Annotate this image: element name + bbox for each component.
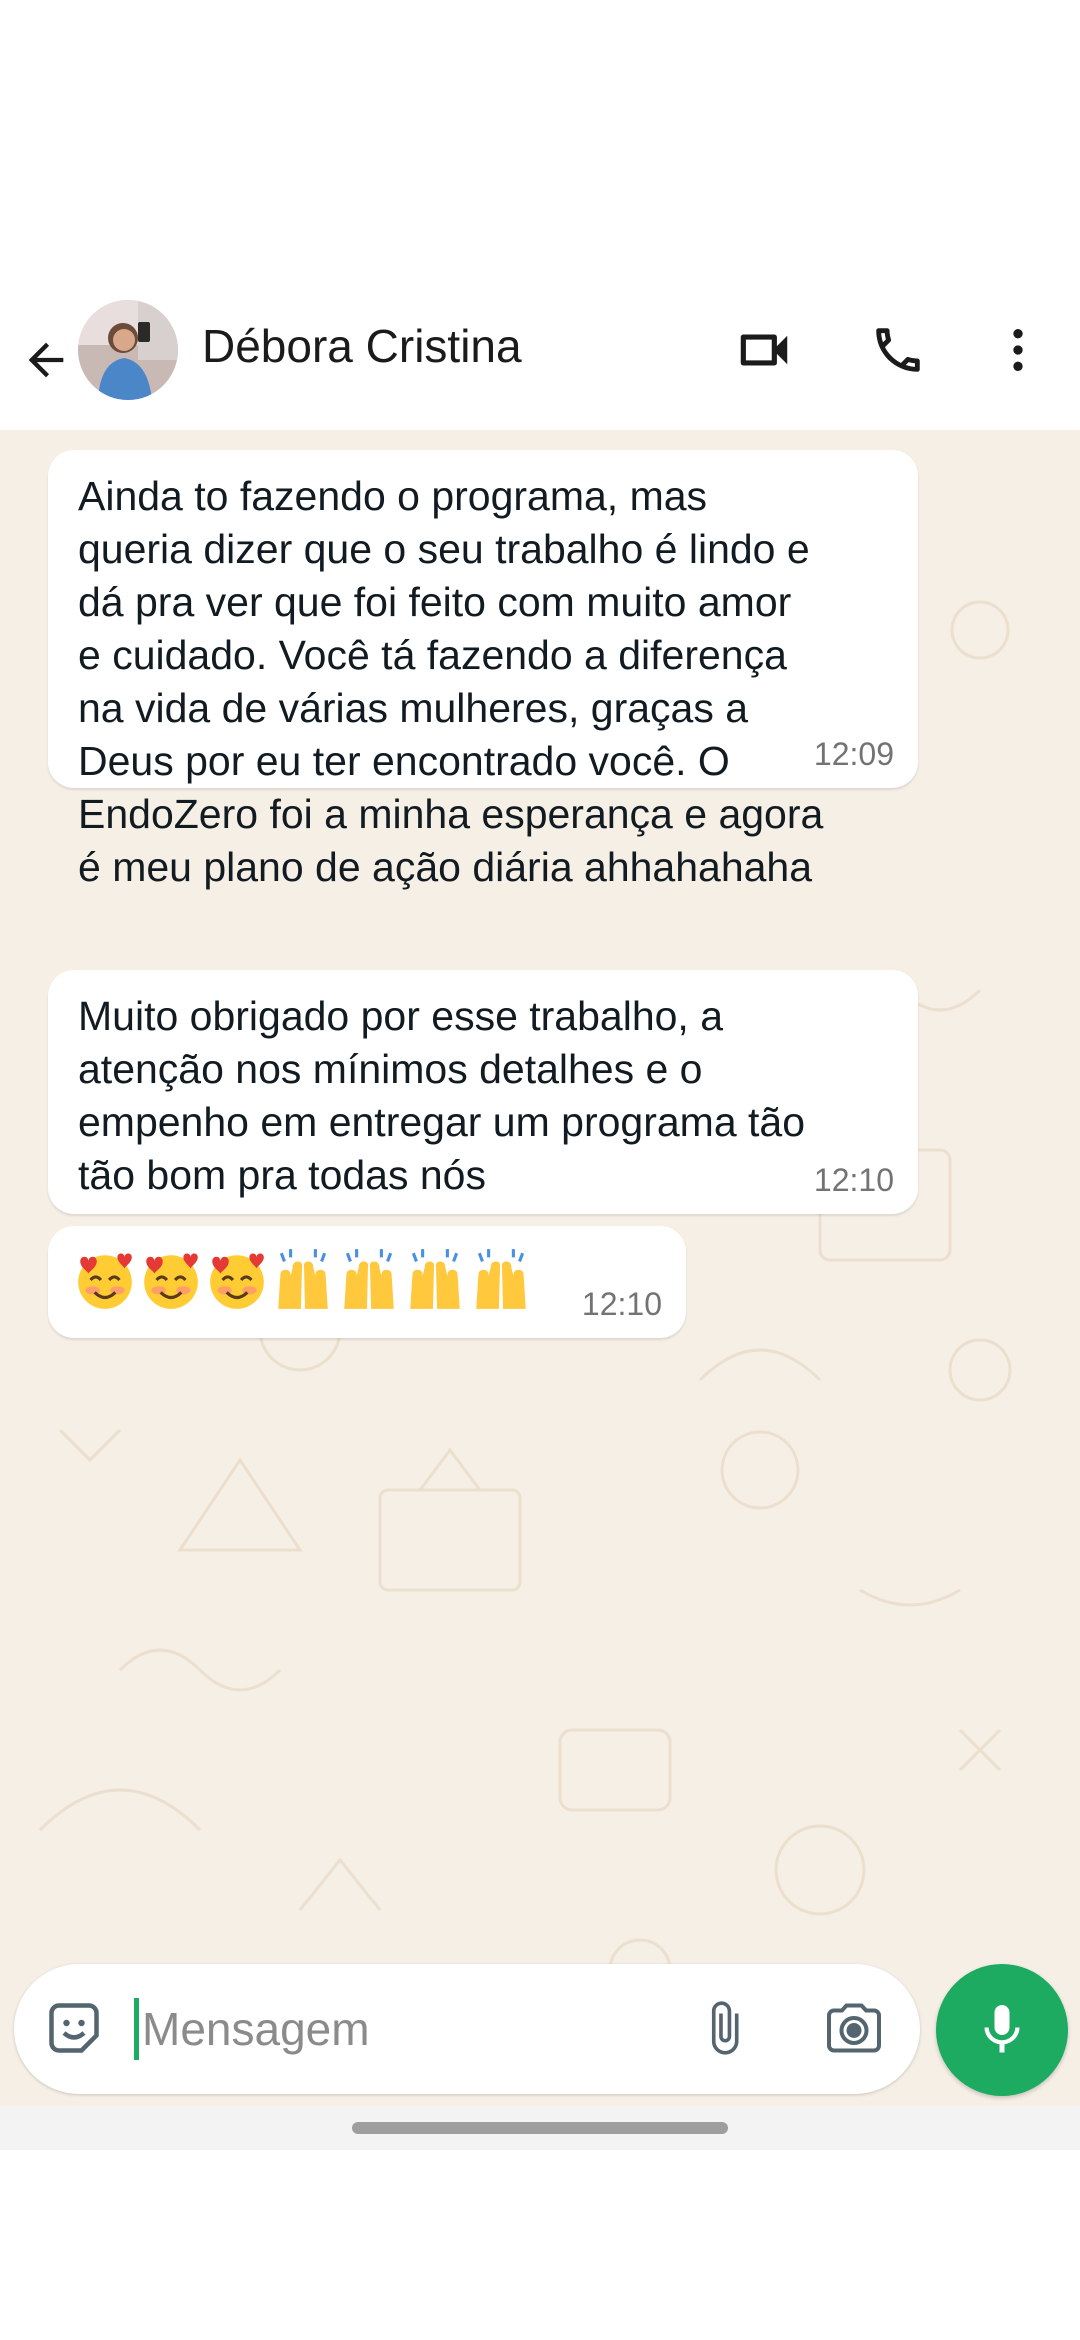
voice-call-button[interactable] (858, 310, 938, 390)
smiling-face-with-hearts-emoji (210, 1253, 264, 1309)
attach-icon (711, 2001, 739, 2055)
text-cursor (134, 1998, 139, 2060)
emoji-row (72, 1242, 534, 1318)
raising-hands-emoji (278, 1249, 328, 1309)
camera-icon (827, 2003, 881, 2053)
sticker-icon (49, 2003, 99, 2053)
smiling-face-with-hearts-emoji (78, 1253, 132, 1309)
message-text: Muito obrigado por esse trabalho, a aten… (78, 993, 806, 1198)
bottom-area (0, 2150, 1080, 2340)
message-bubble[interactable]: Muito obrigado por esse trabalho, a aten… (48, 970, 918, 1214)
raising-hands-emoji (344, 1249, 394, 1309)
mic-icon (984, 2005, 1020, 2053)
sticker-button[interactable] (34, 1988, 114, 2068)
message-time: 12:10 (813, 1162, 894, 1198)
voice-record-button[interactable] (936, 1964, 1068, 2096)
chat-area[interactable]: Ainda to fazendo o programa, mas queria … (0, 430, 1080, 2106)
message-text: Ainda to fazendo o programa, mas queria … (78, 473, 824, 890)
status-area (0, 0, 1080, 290)
message-bubble[interactable]: Ainda to fazendo o programa, mas queria … (48, 450, 918, 890)
back-button[interactable] (14, 328, 78, 392)
raising-hands-emoji (476, 1249, 526, 1309)
video-call-icon (740, 334, 788, 366)
contact-name[interactable]: Débora Cristina (202, 316, 522, 376)
avatar[interactable] (78, 300, 178, 400)
back-arrow-icon (28, 342, 64, 378)
raising-hands-emoji (410, 1249, 460, 1309)
message-input[interactable] (134, 1994, 654, 2064)
message-time: 12:10 (581, 1286, 662, 1322)
phone-icon (876, 328, 920, 372)
smiling-face-with-hearts-emoji (144, 1253, 198, 1309)
more-vert-icon (1013, 329, 1023, 371)
message-time: 12:09 (813, 736, 894, 772)
attach-button[interactable] (684, 1988, 764, 2068)
video-call-button[interactable] (724, 310, 804, 390)
message-bubble[interactable]: 12:10 (48, 1226, 686, 1338)
home-indicator[interactable] (352, 2122, 728, 2134)
camera-button[interactable] (814, 1988, 894, 2068)
more-options-button[interactable] (978, 310, 1058, 390)
